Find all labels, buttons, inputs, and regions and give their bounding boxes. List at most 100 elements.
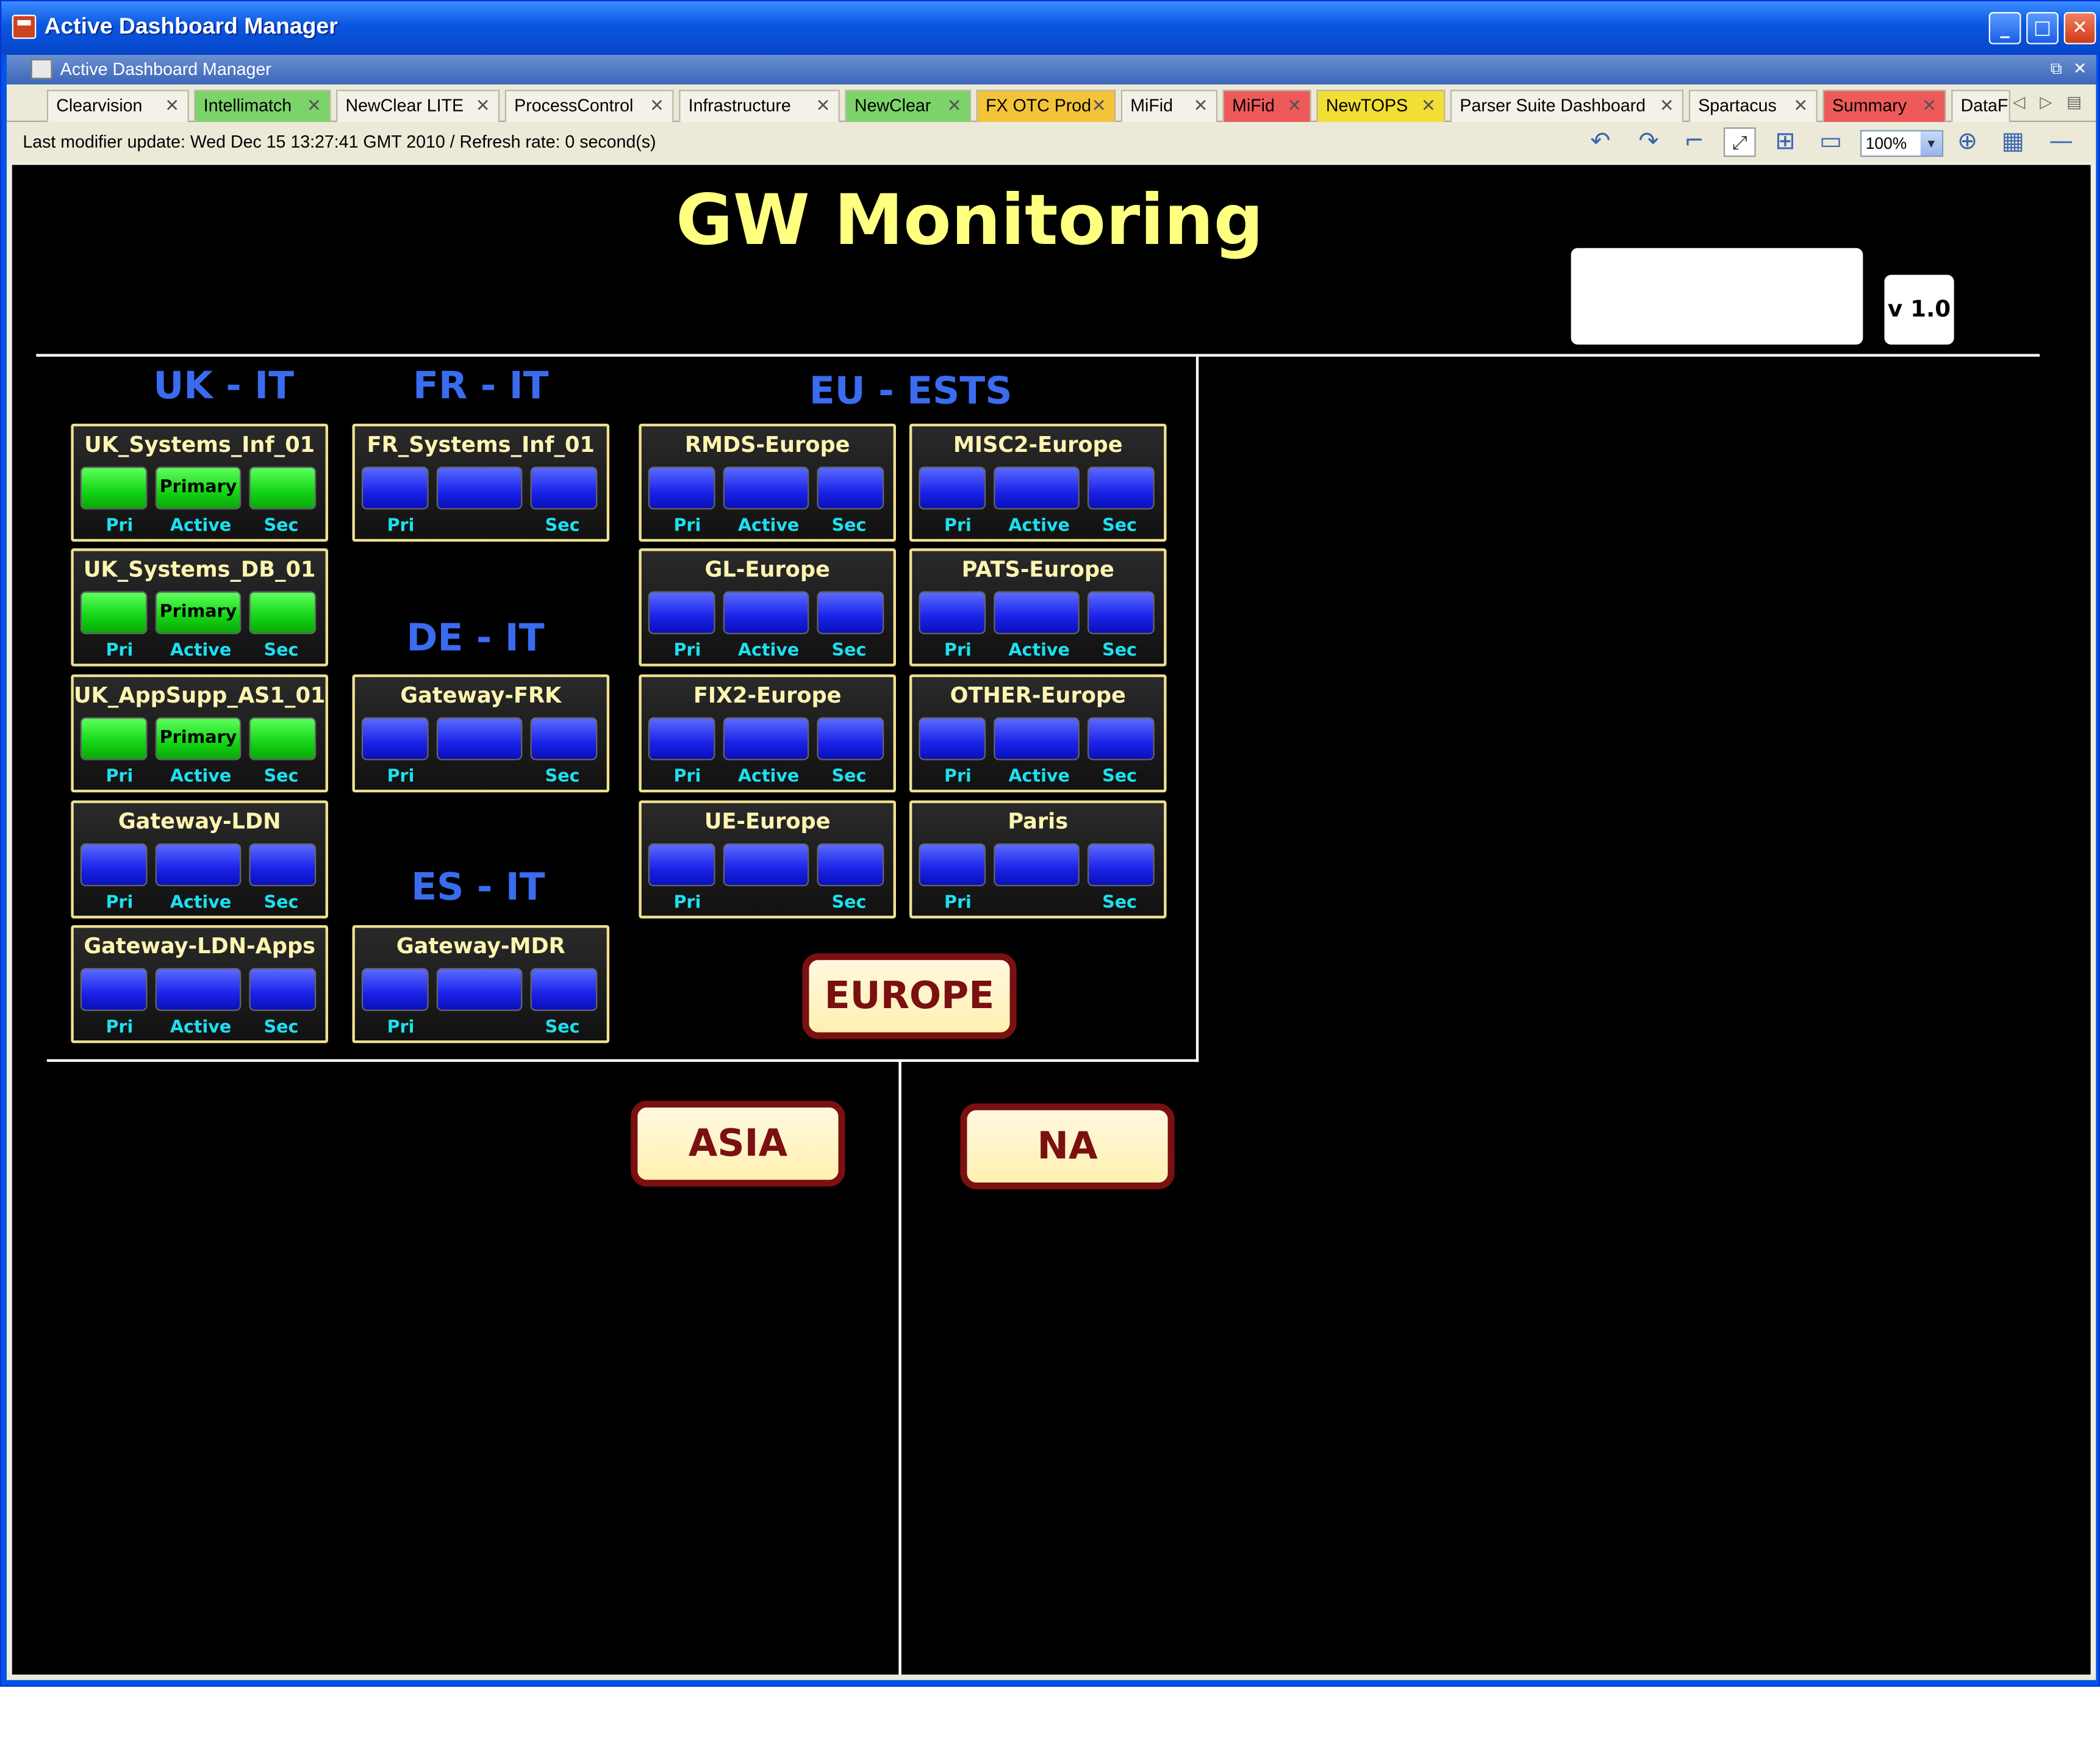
secondary-indicator[interactable] bbox=[817, 717, 884, 761]
tab-intellimatch[interactable]: Intellimatch ✕ bbox=[194, 90, 331, 123]
tab-newclear[interactable]: NewClear ✕ bbox=[845, 90, 971, 123]
secondary-indicator[interactable] bbox=[249, 717, 317, 761]
gateway-panel-uk-systems-db-01[interactable]: UK_Systems_DB_01 Primary Pri Active Sec bbox=[71, 548, 328, 667]
close-button[interactable]: ✕ bbox=[2063, 12, 2096, 45]
undo-icon[interactable]: ↶ bbox=[1585, 127, 1617, 157]
gateway-panel-paris[interactable]: Paris Pri Sec bbox=[909, 800, 1167, 918]
primary-indicator[interactable] bbox=[361, 717, 429, 761]
gateway-panel-gateway-mdr[interactable]: Gateway-MDR Pri Sec bbox=[352, 925, 610, 1043]
active-indicator[interactable] bbox=[994, 467, 1080, 510]
tab-dataf[interactable]: DataF bbox=[1951, 90, 2010, 123]
secondary-indicator[interactable] bbox=[249, 591, 317, 634]
redo-icon[interactable]: ↷ bbox=[1633, 127, 1665, 157]
gateway-panel-pats-europe[interactable]: PATS-Europe Pri Active Sec bbox=[909, 548, 1167, 667]
asia-button[interactable]: ASIA bbox=[631, 1100, 845, 1187]
settings-icon[interactable]: ▦ bbox=[1997, 127, 2029, 157]
active-indicator[interactable] bbox=[723, 717, 809, 761]
secondary-indicator[interactable] bbox=[1087, 591, 1155, 634]
minimize-panel-icon[interactable]: — bbox=[2045, 127, 2077, 157]
close-subwindow-icon[interactable]: ✕ bbox=[2073, 59, 2087, 78]
maximize-button[interactable]: □ bbox=[2026, 12, 2059, 45]
secondary-indicator[interactable] bbox=[1087, 467, 1155, 510]
gateway-panel-fr-systems-inf-01[interactable]: FR_Systems_Inf_01 Pri Sec bbox=[352, 423, 610, 542]
active-indicator[interactable] bbox=[155, 968, 242, 1011]
tab-close-icon[interactable]: ✕ bbox=[1922, 91, 1937, 120]
tab-next-icon[interactable]: ▷ bbox=[2040, 93, 2052, 112]
tab-spartacus[interactable]: Spartacus ✕ bbox=[1688, 90, 1818, 123]
tab-close-icon[interactable]: ✕ bbox=[1421, 91, 1436, 120]
primary-indicator[interactable] bbox=[919, 591, 986, 634]
europe-button[interactable]: EUROPE bbox=[802, 953, 1017, 1039]
gateway-panel-ue-europe[interactable]: UE-Europe Pri Sec bbox=[639, 800, 896, 918]
primary-indicator[interactable] bbox=[919, 843, 986, 887]
gateway-panel-uk-appsupp-as1-01[interactable]: UK_AppSupp_AS1_01 Primary Pri Active Sec bbox=[71, 674, 328, 793]
active-indicator[interactable] bbox=[436, 968, 523, 1011]
gateway-panel-gateway-ldn-apps[interactable]: Gateway-LDN-Apps Pri Active Sec bbox=[71, 925, 328, 1043]
tab-newclear-lite[interactable]: NewClear LITE ✕ bbox=[336, 90, 500, 123]
primary-indicator[interactable] bbox=[648, 591, 715, 634]
primary-indicator[interactable] bbox=[361, 968, 429, 1011]
tab-close-icon[interactable]: ✕ bbox=[476, 91, 490, 120]
window-titlebar[interactable]: Active Dashboard Manager _ □ ✕ bbox=[1, 1, 2100, 55]
tab-close-icon[interactable]: ✕ bbox=[947, 91, 962, 120]
secondary-indicator[interactable] bbox=[530, 968, 598, 1011]
active-indicator[interactable] bbox=[994, 717, 1080, 761]
primary-indicator[interactable] bbox=[648, 717, 715, 761]
primary-indicator[interactable] bbox=[80, 591, 148, 634]
gateway-panel-fix2-europe[interactable]: FIX2-Europe Pri Active Sec bbox=[639, 674, 896, 793]
active-indicator[interactable] bbox=[723, 467, 809, 510]
active-indicator[interactable]: Primary bbox=[155, 591, 242, 634]
active-indicator[interactable] bbox=[994, 843, 1080, 887]
tab-prev-icon[interactable]: ◁ bbox=[2013, 93, 2025, 112]
secondary-indicator[interactable] bbox=[817, 467, 884, 510]
page-icon[interactable]: ▭ bbox=[1815, 127, 1847, 157]
active-indicator[interactable] bbox=[436, 717, 523, 761]
tab-close-icon[interactable]: ✕ bbox=[815, 91, 830, 120]
tab-close-icon[interactable]: ✕ bbox=[1194, 91, 1208, 120]
secondary-indicator[interactable] bbox=[1087, 717, 1155, 761]
secondary-indicator[interactable] bbox=[1087, 843, 1155, 887]
active-indicator[interactable] bbox=[723, 843, 809, 887]
tab-parser-suite-dashboard[interactable]: Parser Suite Dashboard ✕ bbox=[1450, 90, 1684, 123]
gateway-panel-gl-europe[interactable]: GL-Europe Pri Active Sec bbox=[639, 548, 896, 667]
gateway-panel-rmds-europe[interactable]: RMDS-Europe Pri Active Sec bbox=[639, 423, 896, 542]
tab-infrastructure[interactable]: Infrastructure ✕ bbox=[679, 90, 840, 123]
tab-close-icon[interactable]: ✕ bbox=[165, 91, 179, 120]
active-indicator[interactable]: Primary bbox=[155, 467, 242, 510]
gateway-panel-other-europe[interactable]: OTHER-Europe Pri Active Sec bbox=[909, 674, 1167, 793]
primary-indicator[interactable] bbox=[919, 717, 986, 761]
tab-close-icon[interactable]: ✕ bbox=[1287, 91, 1302, 120]
secondary-indicator[interactable] bbox=[530, 717, 598, 761]
gateway-panel-gateway-frk[interactable]: Gateway-FRK Pri Sec bbox=[352, 674, 610, 793]
primary-indicator[interactable] bbox=[648, 467, 715, 510]
secondary-indicator[interactable] bbox=[817, 843, 884, 887]
secondary-indicator[interactable] bbox=[249, 968, 317, 1011]
tab-close-icon[interactable]: ✕ bbox=[1793, 91, 1808, 120]
connect-icon[interactable]: ⌐ bbox=[1678, 127, 1710, 157]
tab-close-icon[interactable]: ✕ bbox=[650, 91, 664, 120]
gateway-panel-misc2-europe[interactable]: MISC2-Europe Pri Active Sec bbox=[909, 423, 1167, 542]
tab-clearvision[interactable]: Clearvision ✕ bbox=[46, 90, 189, 123]
tab-close-icon[interactable]: ✕ bbox=[1092, 91, 1106, 120]
secondary-indicator[interactable] bbox=[249, 467, 317, 510]
tab-newtops[interactable]: NewTOPS ✕ bbox=[1316, 90, 1446, 123]
primary-indicator[interactable] bbox=[361, 467, 429, 510]
minimize-button[interactable]: _ bbox=[1988, 12, 2021, 45]
active-indicator[interactable]: Primary bbox=[155, 717, 242, 761]
link-icon[interactable]: ⤢ bbox=[1723, 127, 1756, 157]
restore-subwindow-icon[interactable]: ⧉ bbox=[2051, 59, 2062, 79]
zoom-select[interactable]: 100% ▼ bbox=[1860, 130, 1944, 157]
secondary-indicator[interactable] bbox=[817, 591, 884, 634]
primary-indicator[interactable] bbox=[80, 843, 148, 887]
active-indicator[interactable] bbox=[723, 591, 809, 634]
tab-mifid[interactable]: MiFid ✕ bbox=[1222, 90, 1311, 123]
add-page-icon[interactable]: ⊕ bbox=[1951, 127, 1984, 157]
primary-indicator[interactable] bbox=[80, 467, 148, 510]
active-indicator[interactable] bbox=[994, 591, 1080, 634]
primary-indicator[interactable] bbox=[648, 843, 715, 887]
tab-processcontrol[interactable]: ProcessControl ✕ bbox=[504, 90, 674, 123]
tab-menu-icon[interactable]: ▤ bbox=[2066, 93, 2082, 112]
secondary-indicator[interactable] bbox=[530, 467, 598, 510]
align-icon[interactable]: ⊞ bbox=[1769, 127, 1802, 157]
tab-summary[interactable]: Summary ✕ bbox=[1822, 90, 1946, 123]
